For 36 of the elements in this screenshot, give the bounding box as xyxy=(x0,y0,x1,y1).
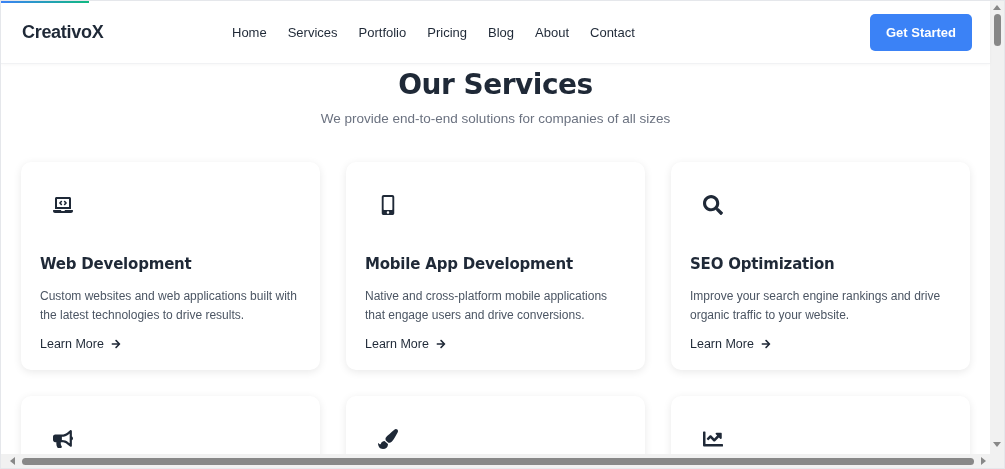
megaphone-icon xyxy=(53,429,73,449)
laptop-code-icon xyxy=(53,195,73,215)
learn-more-link[interactable]: Learn More xyxy=(690,337,771,351)
get-started-button[interactable]: Get Started xyxy=(870,13,972,51)
nav-link[interactable]: About xyxy=(535,24,569,40)
arrow-right-icon xyxy=(435,339,446,349)
logo[interactable]: CreativoX xyxy=(22,21,182,43)
learn-more-link[interactable]: Learn More xyxy=(365,337,446,351)
card-title: Web Development xyxy=(40,255,193,273)
nav-link[interactable]: Home xyxy=(232,24,267,40)
horizontal-scrollbar[interactable] xyxy=(1,454,990,468)
nav-link[interactable]: Blog xyxy=(488,24,515,40)
search-icon xyxy=(703,195,723,215)
section-title: Our Services xyxy=(398,68,593,101)
card-description: Custom websites and web applications built with the latest technologies to drive results. xyxy=(40,288,298,324)
scroll-right-icon[interactable] xyxy=(979,457,987,465)
nav-link[interactable]: Contact xyxy=(590,24,635,40)
learn-more-link[interactable]: Learn More xyxy=(40,337,121,351)
scroll-left-icon[interactable] xyxy=(9,457,17,465)
card-description: Improve your search engine rankings and drive organic traffic to your website. xyxy=(690,288,942,324)
scroll-up-icon[interactable] xyxy=(993,4,1001,12)
card-description: Native and cross-platform mobile applications that engage users and drive conversions. xyxy=(365,288,609,324)
card-title: SEO Optimization xyxy=(690,255,836,273)
scroll-down-icon[interactable] xyxy=(993,440,1001,448)
paintbrush-icon xyxy=(378,429,398,449)
arrow-right-icon xyxy=(760,339,771,349)
section-subtitle: We provide end-to-end solutions for companies of all sizes xyxy=(320,111,671,126)
card-title: Mobile App Development xyxy=(365,255,574,273)
vertical-scrollbar[interactable] xyxy=(990,1,1004,468)
nav-link[interactable]: Services xyxy=(287,24,338,40)
scrollbar-thumb[interactable] xyxy=(993,14,1001,46)
nav-link[interactable]: Pricing xyxy=(427,24,467,40)
arrow-right-icon xyxy=(110,339,121,349)
line-chart-icon xyxy=(703,429,723,449)
scrollbar-thumb[interactable] xyxy=(22,457,974,465)
nav-link[interactable]: Portfolio xyxy=(358,24,407,40)
